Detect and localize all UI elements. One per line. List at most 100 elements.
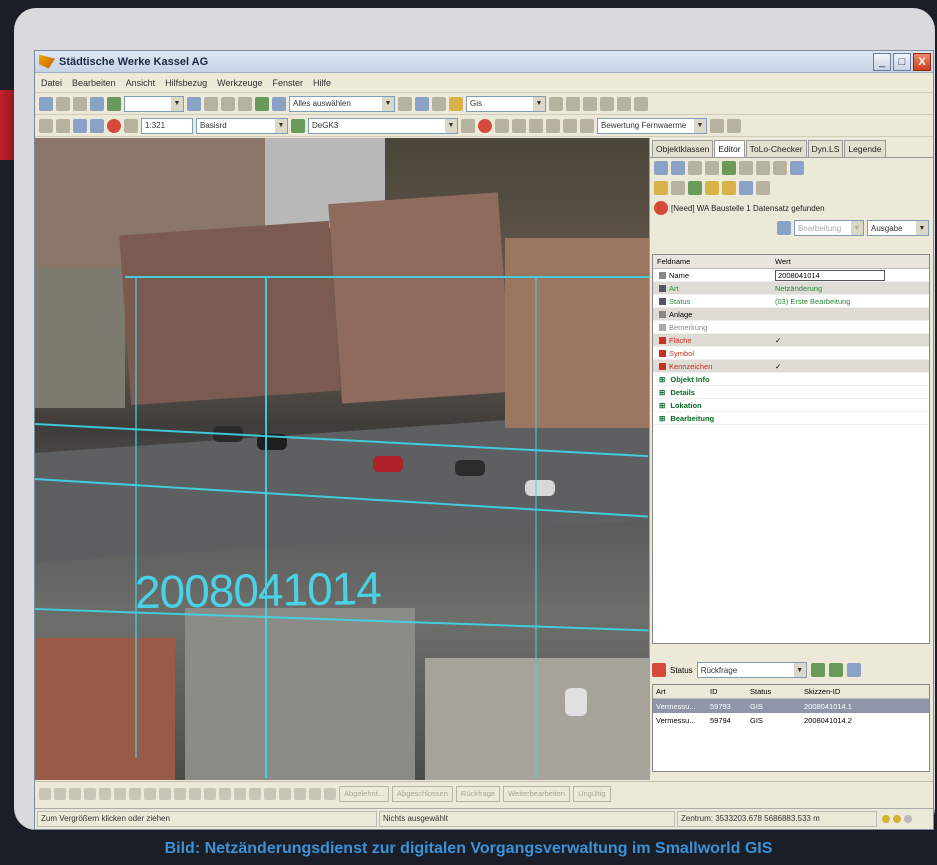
editor-tool-icon[interactable] — [739, 161, 753, 175]
attribute-row[interactable]: Art Netzänderung — [653, 282, 929, 295]
export-icon[interactable] — [432, 96, 446, 111]
attribute-row[interactable]: Name 2008041014 — [653, 269, 929, 282]
menu-reference[interactable]: Hilfsbezug — [165, 78, 207, 88]
select-area-icon[interactable] — [255, 96, 269, 111]
editor-tool-icon[interactable] — [654, 161, 668, 175]
tool-e-icon[interactable] — [617, 96, 631, 111]
editor-tool-icon[interactable] — [688, 161, 702, 175]
close-button[interactable]: X — [913, 52, 931, 71]
tool-h-icon[interactable] — [495, 118, 509, 133]
status-action-icon[interactable] — [810, 663, 825, 677]
layer-icon[interactable] — [107, 96, 121, 111]
attribute-row[interactable]: Kennzeichen ✓ — [653, 360, 929, 373]
tab-editor[interactable]: Editor — [714, 140, 745, 157]
tab-tolo-checker[interactable]: ToLo-Checker — [745, 140, 807, 157]
print-icon[interactable] — [449, 96, 463, 111]
pointer-icon[interactable] — [39, 118, 53, 133]
table-row[interactable]: Vermessu... 59793 GIS 2008041014.1 — [653, 699, 929, 713]
attribute-group[interactable]: ⊞ Details — [653, 386, 929, 399]
person-icon[interactable] — [705, 181, 719, 195]
arrow-left-icon[interactable] — [756, 161, 770, 175]
rating-dropdown[interactable]: Bewertung Fernwaerme ▼ — [597, 117, 707, 134]
menu-help[interactable]: Hilfe — [313, 78, 331, 88]
attribute-row[interactable]: Symbol — [653, 347, 929, 360]
crs-dropdown[interactable]: DeGK3 ▼ — [308, 117, 458, 134]
map-canvas[interactable]: 2008041014 — [35, 138, 649, 780]
forward-icon[interactable] — [73, 96, 87, 111]
menu-view[interactable]: Ansicht — [126, 78, 156, 88]
history-dropdown[interactable]: ▼ — [124, 95, 184, 112]
stop-icon[interactable] — [107, 118, 121, 133]
mode-dropdown[interactable]: Basisrd ▼ — [196, 117, 288, 134]
tool-m-icon[interactable] — [580, 118, 594, 133]
grid-icon[interactable] — [415, 96, 429, 111]
crs-icon[interactable] — [291, 118, 305, 133]
invalid-button[interactable]: Ungültig — [573, 785, 611, 802]
tool-k-icon[interactable] — [546, 118, 560, 133]
attribute-row[interactable]: Fläche ✓ — [653, 334, 929, 347]
layer-dropdown[interactable]: Gis ▼ — [466, 95, 546, 112]
attribute-group[interactable]: ⊞ Objekt Info — [653, 373, 929, 386]
tab-legend[interactable]: Legende — [844, 140, 886, 157]
tool-c-icon[interactable] — [583, 96, 597, 111]
tool-j-icon[interactable] — [529, 118, 543, 133]
refresh-icon[interactable] — [90, 96, 104, 111]
attribute-row[interactable]: Status (03) Erste Bearbeitung — [653, 295, 929, 308]
arrow-right-icon[interactable] — [773, 161, 787, 175]
output-dropdown[interactable]: Ausgabe ▼ — [867, 220, 929, 236]
attribute-group[interactable]: ⊞ Bearbeitung — [653, 412, 929, 425]
zoom-icon[interactable] — [187, 96, 201, 111]
name-input[interactable]: 2008041014 — [775, 269, 885, 281]
pan-icon[interactable] — [56, 118, 70, 133]
tool-a-icon[interactable] — [549, 96, 563, 111]
select-tool-icon[interactable] — [39, 96, 53, 111]
attribute-row[interactable]: Bemerkung — [653, 321, 929, 334]
editor-tool-icon[interactable] — [671, 161, 685, 175]
scale-icon[interactable] — [124, 118, 138, 133]
back-icon[interactable] — [56, 96, 70, 111]
attribute-row[interactable]: Anlage — [653, 308, 929, 321]
editor-tool-icon[interactable] — [688, 181, 702, 195]
pencil-icon[interactable] — [654, 181, 668, 195]
tool-g-icon[interactable] — [461, 118, 475, 133]
editor-tool-icon[interactable] — [756, 181, 770, 195]
paste-icon[interactable] — [238, 96, 252, 111]
maximize-button[interactable]: □ — [893, 52, 911, 71]
table-row[interactable]: Vermessu... 59794 GIS 2008041014.2 — [653, 713, 929, 727]
status-action-icon[interactable] — [828, 663, 843, 677]
zoom-out-icon[interactable] — [90, 118, 104, 133]
editor-tool-icon[interactable] — [705, 161, 719, 175]
tool-l-icon[interactable] — [563, 118, 577, 133]
selection-icon[interactable] — [272, 96, 286, 111]
tool-i-icon[interactable] — [512, 118, 526, 133]
person-icon[interactable] — [722, 181, 736, 195]
tab-dyn-ls[interactable]: Dyn.LS — [807, 140, 844, 157]
menu-tools[interactable]: Werkzeuge — [217, 78, 262, 88]
flag-icon[interactable] — [478, 118, 492, 133]
filter-icon[interactable] — [398, 96, 412, 111]
zoom-in-icon[interactable] — [73, 118, 87, 133]
tool-n-icon[interactable] — [710, 118, 724, 133]
status-dropdown[interactable]: Rückfrage ▼ — [696, 662, 807, 678]
binoculars-icon[interactable] — [722, 161, 736, 175]
edit-dropdown[interactable]: Bearbeitung ▼ — [794, 220, 864, 236]
attribute-group[interactable]: ⊞ Lokation — [653, 399, 929, 412]
tool-f-icon[interactable] — [634, 96, 648, 111]
tool-b-icon[interactable] — [566, 96, 580, 111]
select-all-dropdown[interactable]: Alles auswählen ▼ — [289, 95, 395, 112]
rejected-button[interactable]: Abgelehnt... — [339, 785, 390, 802]
editor-tool-icon[interactable] — [739, 181, 753, 195]
copy-icon[interactable] — [221, 96, 235, 111]
editor-tool-icon[interactable] — [671, 181, 685, 195]
tab-object-classes[interactable]: Objektklassen — [652, 140, 714, 157]
menu-file[interactable]: Datei — [41, 78, 62, 88]
inquiry-button[interactable]: Rückfrage — [455, 785, 501, 802]
completed-button[interactable]: Abgeschlossen — [392, 785, 453, 802]
editor-tool-icon[interactable] — [790, 161, 804, 175]
menu-edit[interactable]: Bearbeiten — [72, 78, 116, 88]
add-icon[interactable] — [727, 118, 741, 133]
minimize-button[interactable]: _ — [873, 52, 891, 71]
measure-icon[interactable] — [204, 96, 218, 111]
menu-window[interactable]: Fenster — [272, 78, 303, 88]
scale-input[interactable]: 1:321 — [141, 117, 193, 134]
